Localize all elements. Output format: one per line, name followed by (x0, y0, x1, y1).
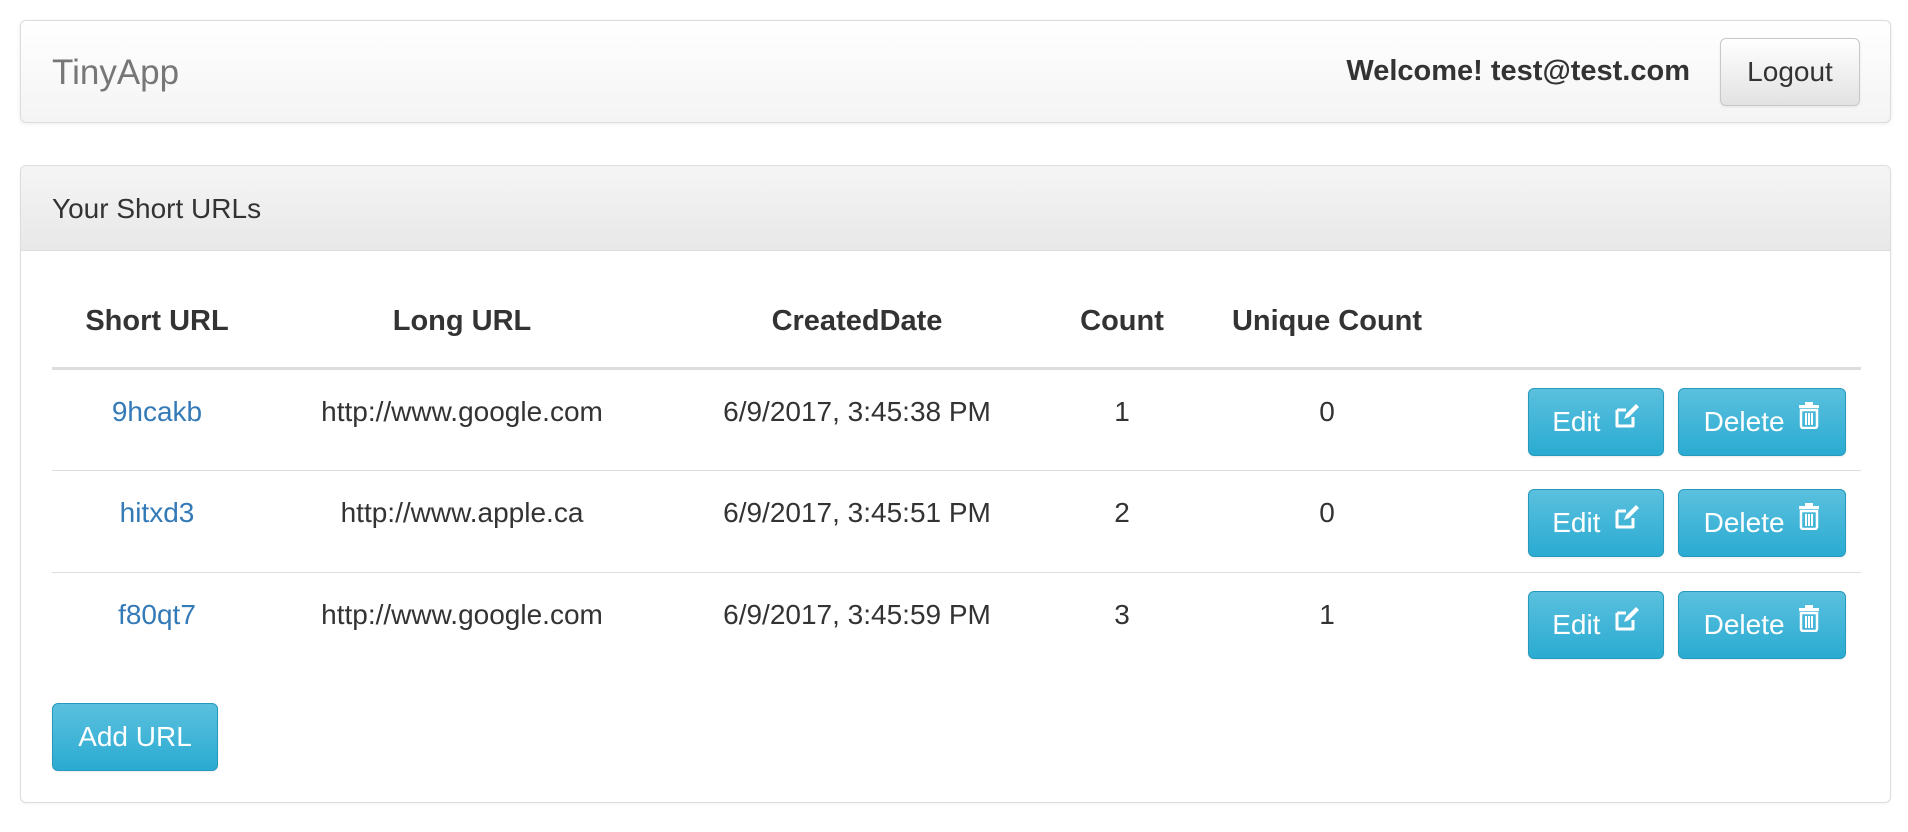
trash-icon (1798, 387, 1820, 453)
brand[interactable]: TinyApp (52, 21, 179, 124)
edit-button-label: Edit (1552, 608, 1601, 640)
header-created-date: CreatedDate (662, 276, 1052, 370)
logout-button[interactable]: Logout (1720, 38, 1860, 106)
long-url-cell: http://www.apple.ca (262, 470, 662, 573)
short-url-link[interactable]: hitxd3 (120, 497, 195, 528)
long-url-cell: http://www.google.com (262, 368, 662, 471)
count-cell: 2 (1052, 470, 1192, 573)
urls-panel: Your Short URLs Short URL Long URL Creat… (20, 165, 1891, 803)
trash-icon (1798, 590, 1820, 656)
edit-icon (1614, 387, 1640, 453)
delete-button-label: Delete (1703, 608, 1785, 640)
header-unique-count: Unique Count (1192, 276, 1462, 370)
table-row: f80qt7 http://www.google.com 6/9/2017, 3… (52, 572, 1861, 674)
navbar: TinyApp Welcome! test@test.com Logout (20, 20, 1891, 123)
trash-icon (1798, 488, 1820, 554)
edit-button[interactable]: Edit (1528, 590, 1665, 659)
short-url-cell: 9hcakb (52, 368, 262, 471)
edit-button[interactable]: Edit (1528, 387, 1665, 456)
welcome-message: Welcome! test@test.com (1346, 55, 1690, 87)
edit-icon (1614, 590, 1640, 656)
urls-table: Short URL Long URL CreatedDate Count Uni… (52, 276, 1861, 674)
add-url-button[interactable]: Add URL (52, 703, 218, 771)
actions-cell: Edit Delete (1462, 368, 1861, 471)
header-count: Count (1052, 276, 1192, 370)
delete-button[interactable]: Delete (1678, 590, 1846, 659)
delete-button[interactable]: Delete (1678, 387, 1846, 456)
edit-button-label: Edit (1552, 405, 1601, 437)
panel-title: Your Short URLs (21, 166, 1890, 251)
short-url-cell: f80qt7 (52, 572, 262, 674)
table-header-row: Short URL Long URL CreatedDate Count Uni… (52, 276, 1861, 370)
created-date-cell: 6/9/2017, 3:45:38 PM (662, 368, 1052, 471)
created-date-cell: 6/9/2017, 3:45:59 PM (723, 598, 991, 630)
count-cell: 1 (1052, 368, 1192, 471)
header-long-url: Long URL (262, 276, 662, 370)
edit-button-label: Edit (1552, 506, 1601, 538)
long-url-cell: http://www.google.com (321, 598, 603, 630)
delete-button-label: Delete (1703, 405, 1785, 437)
header-short-url: Short URL (52, 276, 262, 370)
edit-icon (1614, 488, 1640, 554)
unique-count-cell: 0 (1192, 368, 1462, 471)
actions-cell: Edit Delete (1462, 572, 1861, 674)
header-actions (1462, 276, 1861, 370)
short-url-link[interactable]: f80qt7 (118, 599, 196, 630)
table-row: hitxd3 http://www.apple.ca 6/9/2017, 3:4… (52, 470, 1861, 573)
created-date-cell: 6/9/2017, 3:45:51 PM (662, 470, 1052, 573)
edit-button[interactable]: Edit (1528, 488, 1665, 557)
delete-button[interactable]: Delete (1678, 488, 1846, 557)
delete-button-label: Delete (1703, 506, 1785, 538)
short-url-cell: hitxd3 (52, 470, 262, 573)
unique-count-cell: 0 (1192, 470, 1462, 573)
table-row: 9hcakb http://www.google.com 6/9/2017, 3… (52, 368, 1861, 471)
actions-cell: Edit Delete (1462, 470, 1861, 573)
unique-count-cell: 1 (1319, 598, 1335, 630)
count-cell: 3 (1114, 598, 1130, 630)
short-url-link[interactable]: 9hcakb (112, 396, 202, 427)
